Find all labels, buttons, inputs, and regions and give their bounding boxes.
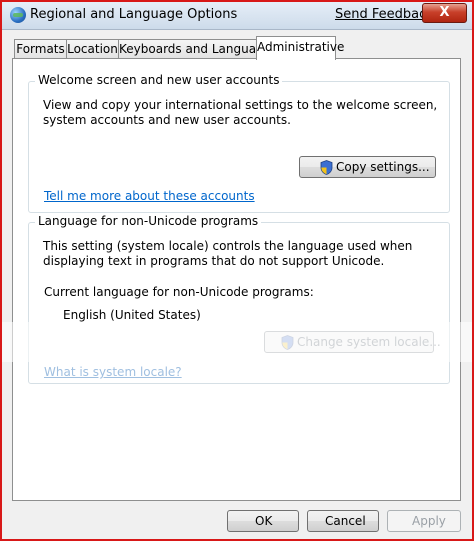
tab-formats[interactable]: Formats bbox=[14, 39, 67, 59]
copy-settings-button[interactable]: Copy settings... bbox=[299, 156, 436, 178]
apply-label: Apply bbox=[412, 514, 446, 528]
welcome-description: View and copy your international setting… bbox=[43, 98, 438, 127]
welcome-group-title: Welcome screen and new user accounts bbox=[35, 73, 283, 87]
what-is-system-locale-link[interactable]: What is system locale? bbox=[44, 365, 182, 379]
current-language-value: English (United States) bbox=[63, 308, 201, 322]
dialog-window: Regional and Language Options Send Feedb… bbox=[0, 0, 474, 541]
apply-button[interactable]: Apply bbox=[387, 510, 461, 532]
ok-button[interactable]: OK bbox=[227, 510, 299, 532]
window-title: Regional and Language Options bbox=[30, 7, 238, 22]
globe-icon bbox=[10, 7, 26, 23]
change-system-locale-button[interactable]: Change system locale... bbox=[264, 331, 441, 353]
change-system-locale-label: Change system locale... bbox=[297, 335, 441, 349]
tab-keyboards-and-languages[interactable]: Keyboards and Languages bbox=[118, 39, 277, 59]
close-button[interactable]: X bbox=[422, 3, 467, 23]
non-unicode-description: This setting (system locale) controls th… bbox=[43, 239, 413, 268]
ok-label: OK bbox=[255, 514, 273, 528]
tab-administrative[interactable]: Administrative bbox=[256, 36, 344, 60]
current-language-label: Current language for non-Unicode program… bbox=[44, 285, 314, 299]
non-unicode-group: Language for non-Unicode programs This s… bbox=[28, 214, 450, 384]
uac-shield-icon bbox=[320, 160, 333, 175]
title-bar[interactable]: Regional and Language Options Send Feedb… bbox=[2, 2, 472, 30]
close-icon: X bbox=[439, 5, 450, 20]
cancel-label: Cancel bbox=[325, 514, 366, 528]
non-unicode-group-title: Language for non-Unicode programs bbox=[35, 214, 262, 228]
dialog-button-bar: OK Cancel Apply bbox=[2, 500, 472, 539]
cancel-button[interactable]: Cancel bbox=[307, 510, 379, 532]
tab-location[interactable]: Location bbox=[66, 39, 119, 59]
welcome-screen-group: Welcome screen and new user accounts Vie… bbox=[28, 73, 450, 213]
tell-me-more-link[interactable]: Tell me more about these accounts bbox=[44, 189, 255, 203]
uac-shield-icon bbox=[281, 335, 294, 350]
administrative-panel: Welcome screen and new user accounts Vie… bbox=[12, 58, 461, 501]
send-feedback-link[interactable]: Send Feedback bbox=[335, 7, 434, 22]
copy-settings-label: Copy settings... bbox=[336, 160, 430, 174]
